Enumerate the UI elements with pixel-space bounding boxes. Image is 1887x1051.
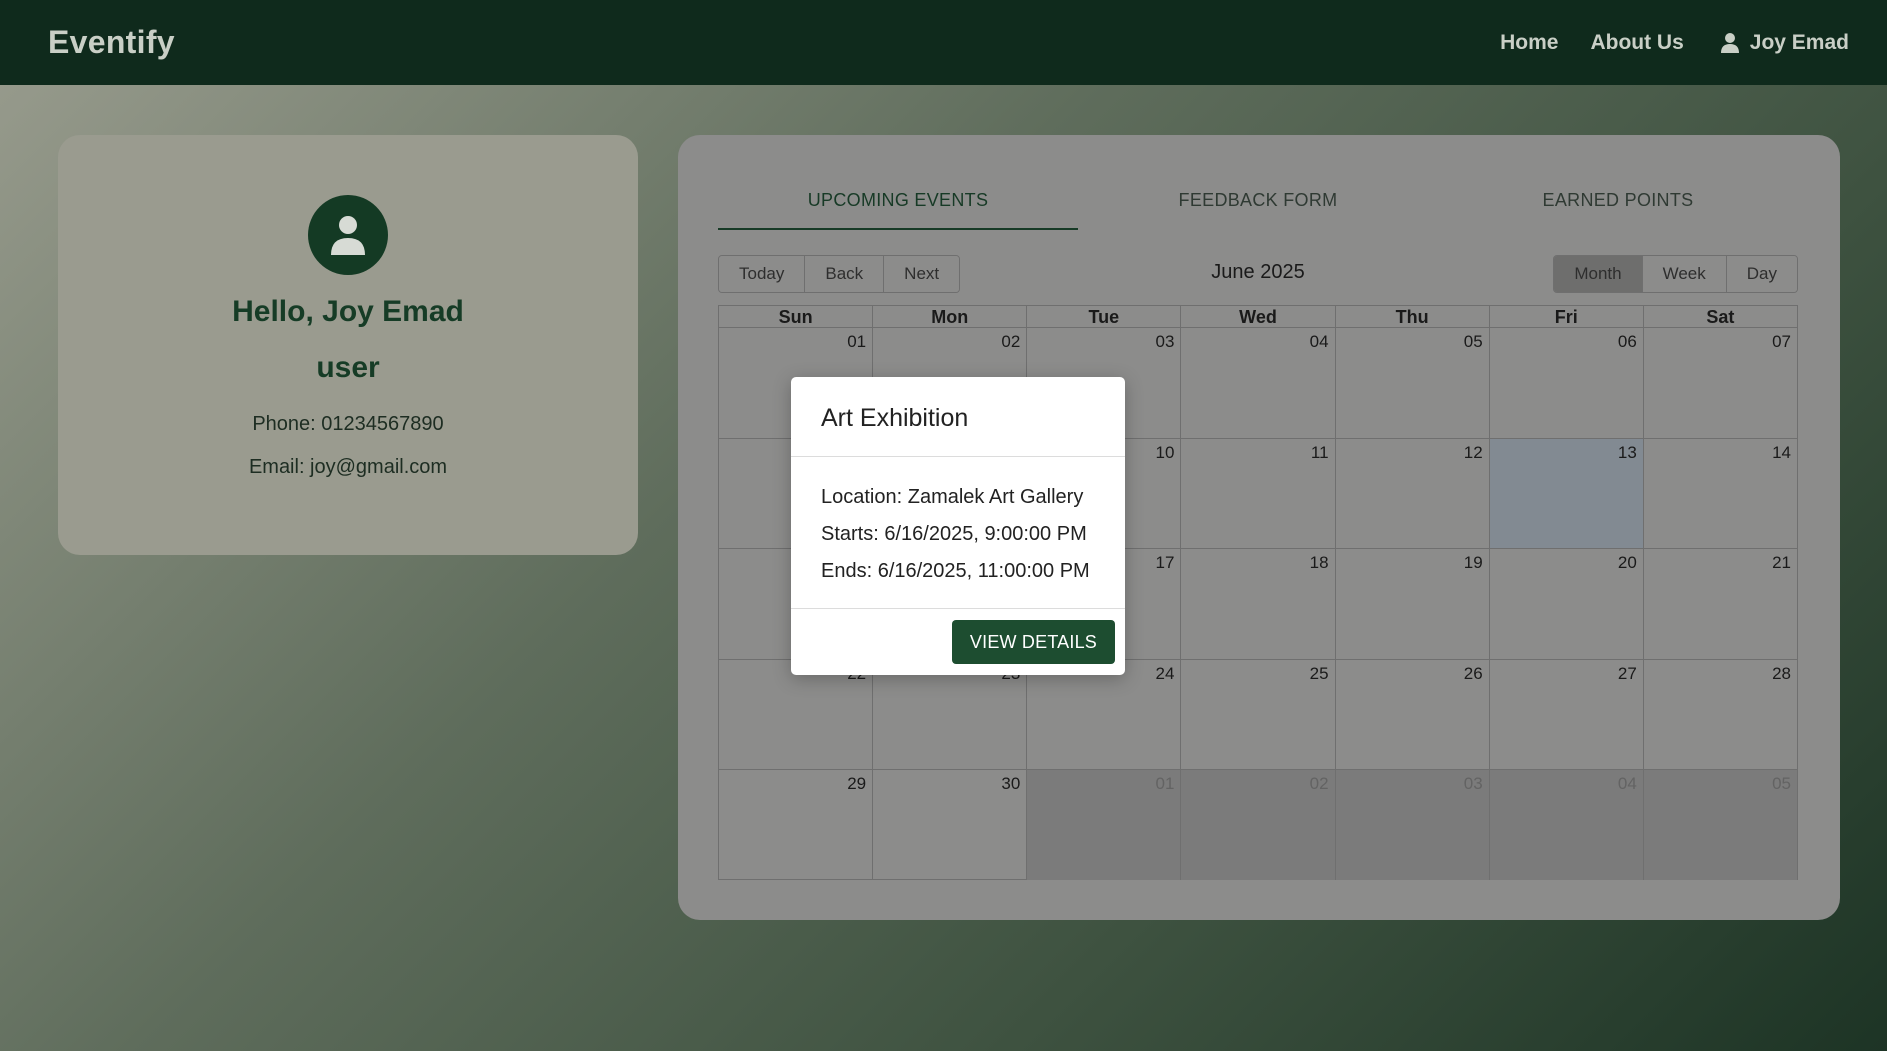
month-view-button[interactable]: Month	[1554, 256, 1643, 292]
nav-link-home[interactable]: Home	[1500, 31, 1558, 55]
calendar-day-cell[interactable]: 13	[1489, 438, 1644, 549]
calendar-weekday-header: Sun Mon Tue Wed Thu Fri Sat	[719, 306, 1797, 328]
nav-button-group: Today Back Next	[718, 255, 961, 293]
calendar-day-cell[interactable]: 05	[1336, 328, 1490, 438]
user-icon	[1720, 32, 1739, 53]
weekday-header-fri: Fri	[1490, 306, 1644, 327]
tab-upcoming-events[interactable]: UPCOMING EVENTS	[718, 180, 1078, 230]
calendar-day-cell[interactable]: 20	[1490, 549, 1644, 659]
event-start: Starts: 6/16/2025, 9:00:00 PM	[821, 523, 1087, 545]
calendar-day-cell[interactable]: 04	[1489, 770, 1644, 880]
event-details: Location: Zamalek Art Gallery Starts: 6/…	[791, 457, 1125, 609]
calendar-day-cell[interactable]: 19	[1336, 549, 1490, 659]
tab-earned-points[interactable]: EARNED POINTS	[1438, 180, 1798, 230]
weekday-header-sun: Sun	[719, 306, 874, 327]
weekday-header-tue: Tue	[1027, 306, 1182, 327]
weekday-header-wed: Wed	[1181, 306, 1336, 327]
calendar-day-cell[interactable]: 14	[1644, 439, 1797, 549]
calendar-day-cell[interactable]: 04	[1181, 328, 1336, 438]
event-popup: Art Exhibition Location: Zamalek Art Gal…	[791, 377, 1125, 675]
weekday-header-thu: Thu	[1336, 306, 1490, 327]
nav-user-name: Joy Emad	[1749, 30, 1849, 54]
calendar-day-cell[interactable]: 12	[1336, 438, 1490, 549]
calendar-day-cell[interactable]: 07	[1644, 328, 1797, 438]
weekday-header-sat: Sat	[1706, 307, 1735, 327]
calendar-day-cell[interactable]: 21	[1644, 549, 1797, 659]
day-view-button[interactable]: Day	[1726, 256, 1797, 292]
profile-email: Email: joy@gmail.com	[248, 456, 448, 478]
calendar-day-cell[interactable]: 23	[873, 659, 1028, 770]
back-button[interactable]: Back	[805, 256, 885, 292]
nav-user-menu[interactable]: Joy Emad	[1720, 31, 1849, 55]
calendar-day-cell[interactable]: 02	[1181, 770, 1336, 880]
calendar-week-row: 22232425262728	[719, 659, 1797, 771]
brand-logo[interactable]: Eventify	[48, 24, 175, 61]
profile-greeting: Hello, Joy Emad	[232, 295, 464, 328]
view-button-group: Month Week Day	[1553, 255, 1798, 293]
profile-role: user	[316, 351, 380, 384]
event-title: Art Exhibition	[791, 377, 1125, 457]
event-end: Ends: 6/16/2025, 11:00:00 PM	[821, 560, 1090, 582]
calendar-day-cell[interactable]: 25	[1181, 659, 1336, 770]
user-icon	[331, 216, 365, 255]
calendar-day-cell[interactable]: 03	[1335, 770, 1490, 880]
calendar-day-cell[interactable]: 11	[1181, 438, 1336, 549]
calendar-day-cell[interactable]: 05	[1643, 770, 1797, 880]
profile-card: Hello, Joy Emad user Phone: 01234567890 …	[58, 135, 638, 555]
tab-feedback-form[interactable]: FEEDBACK FORM	[1078, 180, 1438, 230]
calendar-day-cell[interactable]: 01	[1027, 770, 1182, 880]
nav-link-about-us[interactable]: About Us	[1590, 31, 1683, 55]
nav-links: Home About Us Joy Emad	[1500, 31, 1849, 55]
weekday-header-mon: Mon	[873, 306, 1028, 327]
calendar-day-cell[interactable]: 18	[1181, 549, 1336, 659]
calendar-day-cell[interactable]: 24	[1027, 659, 1182, 770]
calendar-day-cell[interactable]: 28	[1644, 660, 1797, 770]
calendar-day-cell[interactable]: 30	[873, 770, 1028, 880]
calendar-day-cell[interactable]: 06	[1490, 328, 1644, 438]
calendar-week-row: 29 30 01 02 03 04 05	[719, 770, 1797, 880]
tab-bar: UPCOMING EVENTS FEEDBACK FORM EARNED POI…	[718, 180, 1798, 230]
calendar-day-cell[interactable]: 27	[1490, 659, 1644, 770]
week-view-button[interactable]: Week	[1642, 256, 1727, 292]
today-button[interactable]: Today	[719, 256, 806, 292]
next-button[interactable]: Next	[884, 256, 960, 292]
view-details-button[interactable]: VIEW DETAILS	[951, 620, 1115, 664]
calendar-day-cell[interactable]: 26	[1336, 659, 1490, 770]
event-location: Location: Zamalek Art Gallery	[821, 486, 1084, 508]
profile-phone: Phone: 01234567890	[252, 413, 444, 435]
calendar-day-cell[interactable]: 22	[719, 659, 874, 770]
event-popup-footer: VIEW DETAILS	[791, 609, 1125, 675]
calendar-day-cell[interactable]: 29	[719, 770, 874, 880]
avatar	[308, 195, 388, 275]
calendar-toolbar: June 2025 Today Back Next Month Week Day	[718, 255, 1798, 293]
navbar: Eventify Home About Us Joy Emad	[0, 0, 1887, 85]
